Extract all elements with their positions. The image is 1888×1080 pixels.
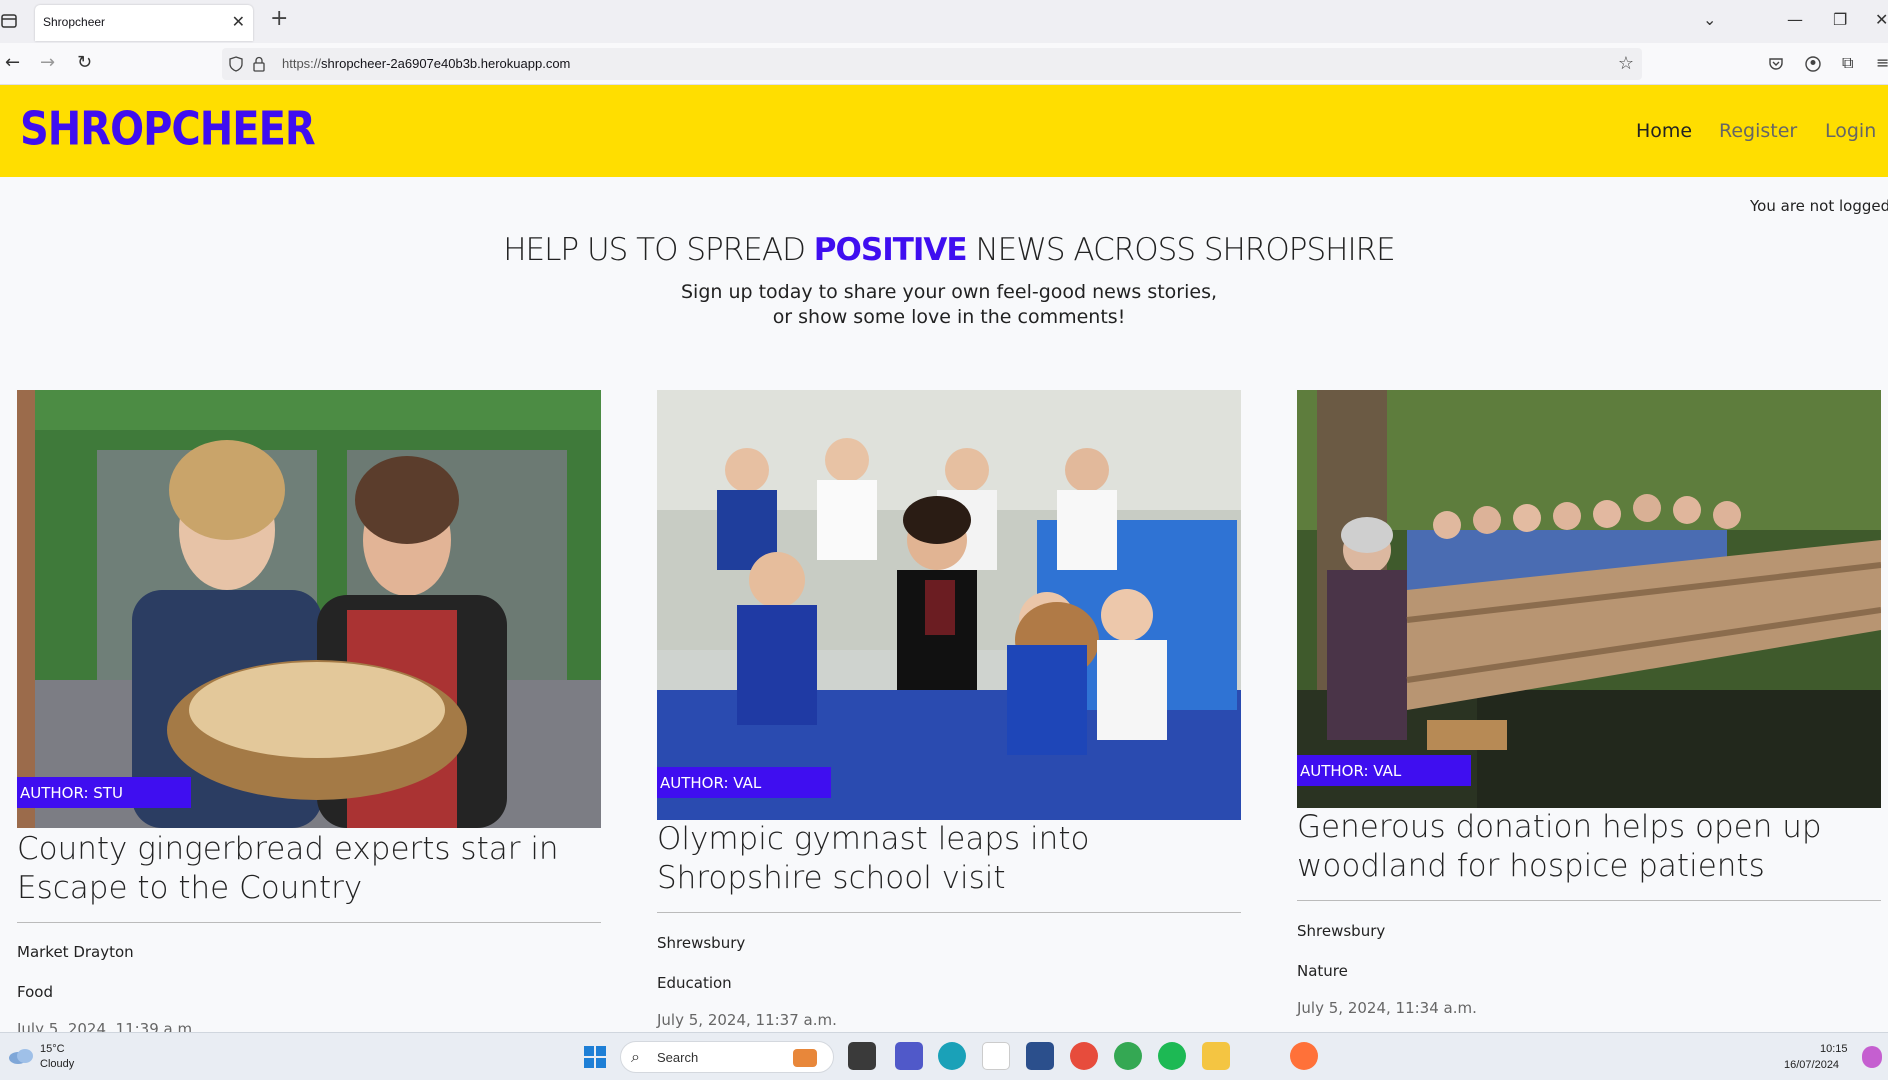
post-photo [657, 390, 1241, 820]
hero-title-part-2: NEWS ACROSS SHROPSHIRE [966, 232, 1395, 268]
site-header: SHROPCHEER Home Register Login [0, 85, 1888, 177]
post-divider [17, 922, 601, 923]
tab-overflow-chevron-icon[interactable]: ⌄ [1703, 10, 1716, 29]
weather-description[interactable]: Cloudy [40, 1058, 74, 1070]
post-author-badge: AUTHOR: VAL [1297, 755, 1471, 786]
post-category: Food [17, 983, 53, 1001]
hero-title-highlight: POSITIVE [813, 232, 968, 268]
hero-title-part-1: HELP US TO SPREAD [503, 232, 814, 268]
hero-subtitle-line-2: or show some love in the comments! [772, 306, 1126, 328]
reload-icon[interactable]: ↻ [77, 54, 92, 72]
post-card[interactable]: AUTHOR: VAL Generous donation helps open… [1297, 390, 1881, 1017]
post-category: Education [657, 974, 732, 992]
slack-like-app-icon[interactable] [1026, 1042, 1054, 1070]
search-highlight-icon [793, 1049, 817, 1067]
post-image-gingerbread[interactable]: AUTHOR: STU [17, 390, 601, 828]
bookmark-star-icon[interactable]: ☆ [1618, 53, 1634, 74]
site-logo[interactable]: SHROPCHEER [20, 103, 316, 156]
new-tab-icon[interactable]: + [270, 8, 288, 30]
chrome-icon[interactable] [1070, 1042, 1098, 1070]
nav-login-link[interactable]: Login [1825, 120, 1876, 142]
post-divider [657, 912, 1241, 913]
back-arrow-icon[interactable]: ← [5, 54, 20, 72]
teams-icon[interactable] [895, 1042, 923, 1070]
taskbar-search-label: Search [657, 1050, 699, 1065]
minimize-icon[interactable]: — [1787, 10, 1803, 29]
browser-nav-bar: ← → ↻ https://shropcheer-2a6907e40b3b.he… [0, 43, 1888, 85]
browser-tab-active[interactable]: Shropcheer ✕ [35, 5, 253, 41]
post-image-gymnast[interactable]: AUTHOR: VAL [657, 390, 1241, 820]
post-location: Shrewsbury [657, 934, 746, 952]
post-location: Market Drayton [17, 943, 134, 961]
restore-icon[interactable]: ❐ [1833, 10, 1847, 29]
close-window-icon[interactable]: ✕ [1875, 10, 1888, 29]
search-icon: ⌕ [631, 1047, 640, 1066]
post-title[interactable]: Generous donation helps open up woodland… [1297, 808, 1887, 886]
amazon-icon[interactable] [982, 1042, 1010, 1070]
taskbar-clock-date[interactable]: 16/07/2024 [1784, 1059, 1839, 1071]
pocket-icon[interactable] [1768, 56, 1784, 72]
post-photo [17, 390, 601, 828]
hero-subtitle-line-1: Sign up today to share your own feel-goo… [680, 281, 1218, 303]
post-card[interactable]: AUTHOR: VAL Olympic gymnast leaps into S… [657, 390, 1241, 1029]
post-location: Shrewsbury [1297, 922, 1386, 940]
copilot-icon[interactable] [1862, 1046, 1882, 1068]
lock-icon[interactable] [252, 56, 266, 72]
post-title[interactable]: Olympic gymnast leaps into Shropshire sc… [657, 820, 1247, 898]
tab-list-icon[interactable] [0, 12, 18, 30]
extensions-icon[interactable]: ⧉ [1842, 54, 1853, 72]
weather-temperature[interactable]: 15°C [40, 1043, 65, 1055]
browser-tab-bar: Shropcheer ✕ + ⌄ — ❐ ✕ [0, 0, 1888, 43]
post-author-badge: AUTHOR: STU [17, 777, 191, 808]
chrome-profile-icon[interactable] [1114, 1042, 1142, 1070]
url-text[interactable]: https://shropcheer-2a6907e40b3b.herokuap… [282, 56, 570, 71]
post-author-badge: AUTHOR: VAL [657, 767, 831, 798]
windows-start-icon[interactable] [583, 1045, 607, 1069]
taskbar-search-box[interactable]: ⌕ Search [620, 1041, 834, 1073]
firefox-icon[interactable] [1290, 1042, 1318, 1070]
post-divider [1297, 900, 1881, 901]
nav-register-link[interactable]: Register [1719, 120, 1797, 142]
close-tab-icon[interactable]: ✕ [232, 12, 245, 31]
tab-title: Shropcheer [43, 15, 106, 29]
post-photo [1297, 390, 1881, 808]
post-date: July 5, 2024, 11:34 a.m. [1297, 999, 1477, 1017]
post-date: July 5, 2024, 11:37 a.m. [657, 1011, 837, 1029]
spotify-icon[interactable] [1158, 1042, 1186, 1070]
menu-icon[interactable]: ≡ [1876, 54, 1888, 72]
taskbar-clock-time[interactable]: 10:15 [1820, 1043, 1848, 1055]
forward-arrow-icon[interactable]: → [40, 54, 55, 72]
nav-home-link[interactable]: Home [1636, 120, 1692, 142]
hero-title: HELP US TO SPREAD POSITIVE NEWS ACROSS S… [0, 232, 1888, 268]
edge-browser-icon[interactable] [938, 1042, 966, 1070]
account-icon[interactable] [1805, 56, 1821, 72]
os-taskbar: 15°C Cloudy ⌕ Search 10:15 16/07/2024 [0, 1032, 1888, 1080]
post-image-woodland[interactable]: AUTHOR: VAL [1297, 390, 1881, 808]
cloud-weather-icon[interactable] [8, 1047, 34, 1065]
url-bar[interactable]: https://shropcheer-2a6907e40b3b.herokuap… [222, 48, 1642, 80]
shield-icon[interactable] [228, 56, 244, 72]
task-view-icon[interactable] [848, 1042, 876, 1070]
post-category: Nature [1297, 962, 1348, 980]
post-card[interactable]: AUTHOR: STU County gingerbread experts s… [17, 390, 601, 1038]
login-status-text: You are not logged in [1750, 197, 1888, 215]
post-title[interactable]: County gingerbread experts star in Escap… [17, 830, 607, 908]
hero-subtitle: Sign up today to share your own feel-goo… [0, 280, 1888, 330]
file-explorer-icon[interactable] [1202, 1042, 1230, 1070]
